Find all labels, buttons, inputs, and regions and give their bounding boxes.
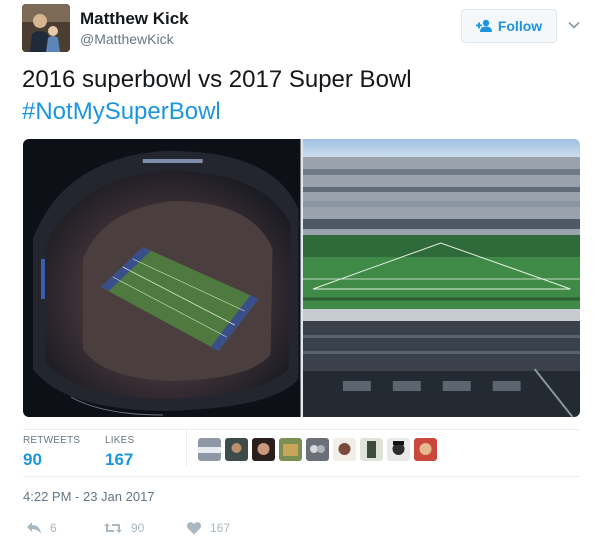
liker-photo [360,438,383,461]
profile-photo [22,4,70,52]
liker-avatar[interactable] [306,438,329,461]
liker-avatar[interactable] [414,438,437,461]
chevron-down-icon [568,21,580,29]
liker-avatar[interactable] [225,438,248,461]
like-button[interactable]: 167 [186,521,230,535]
add-user-icon [475,19,492,32]
reply-button[interactable]: 6 [26,521,57,535]
likes-count[interactable]: 167 [105,450,133,470]
liker-photo [279,438,302,461]
liker-avatar[interactable] [333,438,356,461]
hashtag-link[interactable]: #NotMySuperBowl [22,96,582,128]
liker-avatar[interactable] [198,438,221,461]
divider [23,476,580,477]
liker-avatar[interactable] [360,438,383,461]
liker-avatar[interactable] [387,438,410,461]
tweet-menu-button[interactable] [567,18,581,32]
retweet-count: 90 [131,521,145,535]
follow-label: Follow [497,18,543,34]
reply-count: 6 [50,521,57,535]
tweet-body: 2016 superbowl vs 2017 Super Bowl [22,66,412,93]
liker-photo [306,438,329,461]
liker-photo [333,438,356,461]
liker-photo [252,438,275,461]
timestamp[interactable]: 4:22 PM - 23 Jan 2017 [23,489,155,504]
display-name[interactable]: Matthew Kick [80,9,189,29]
photo-aerial-stadium[interactable] [23,139,301,417]
retweets-label: RETWEETS [23,435,81,446]
like-count: 167 [210,521,231,535]
reply-icon [27,522,41,534]
tweet-media [23,139,580,417]
liker-photo [198,438,221,461]
stadium-field-level-photo [302,139,580,417]
retweets-count[interactable]: 90 [23,450,42,470]
liker-photo [387,438,410,461]
tweet-text: 2016 superbowl vs 2017 Super Bowl #NotMy… [22,64,582,128]
heart-icon [186,522,202,535]
liker-photo [225,438,248,461]
likes-label: LIKES [105,435,135,446]
handle[interactable]: @MatthewKick [80,31,174,47]
aerial-stadium-photo [23,139,301,417]
retweet-button[interactable]: 90 [103,521,144,535]
follow-button[interactable]: Follow [461,9,557,43]
liker-avatar[interactable] [279,438,302,461]
retweet-icon [104,523,122,533]
stats-separator [186,430,187,466]
avatar[interactable] [22,4,70,52]
liker-avatars [198,438,437,461]
divider [23,429,580,430]
liker-avatar[interactable] [252,438,275,461]
photo-field-level-stadium[interactable] [302,139,580,417]
liker-photo [414,438,437,461]
